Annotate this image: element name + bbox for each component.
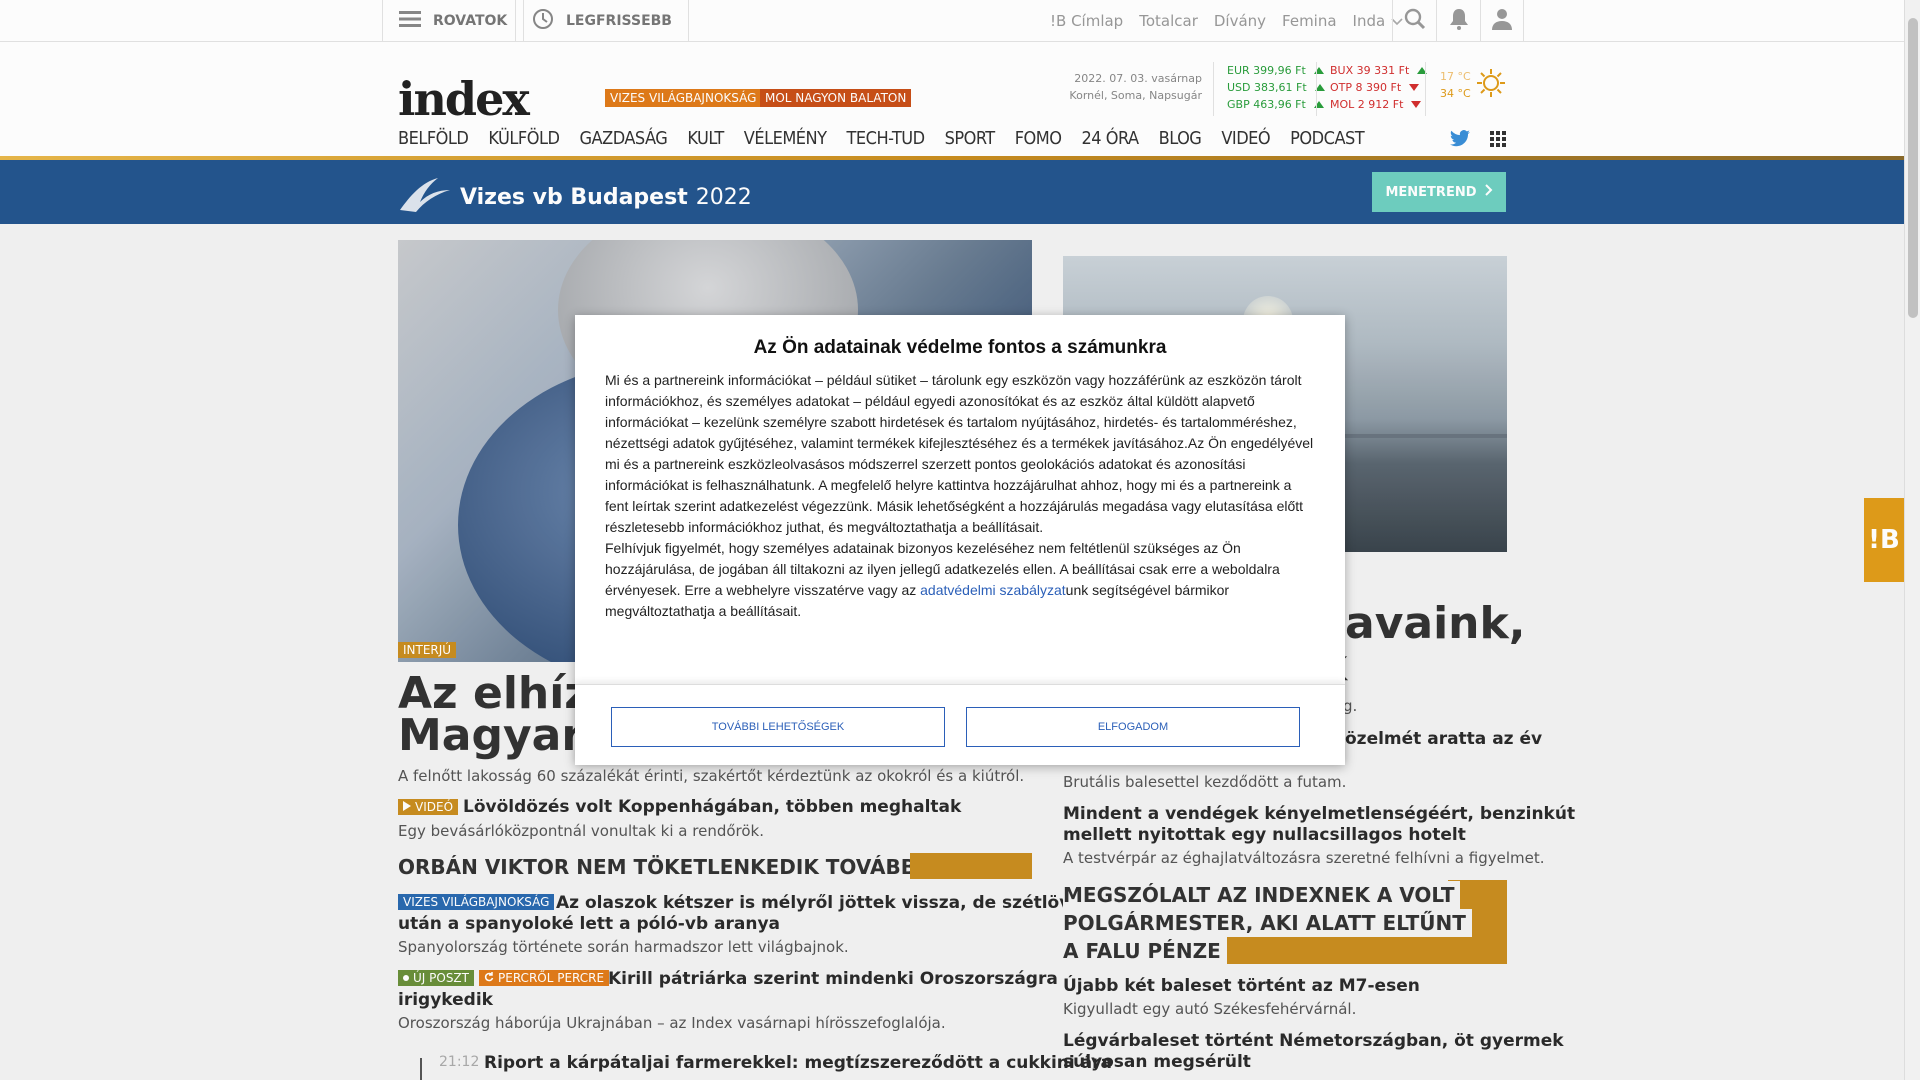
consent-footer: TOVÁBBI LEHETŐSÉGEK ELFOGADOM (575, 684, 1345, 765)
consent-paragraph-1: Mi és a partnereink információkat – péld… (605, 372, 1314, 535)
accept-button[interactable]: ELFOGADOM (966, 707, 1300, 747)
scrollbar[interactable] (1904, 0, 1920, 1080)
consent-paragraph-2: Felhívjuk figyelmét, hogy személyes adat… (605, 538, 1315, 622)
consent-dialog: Az Ön adatainak védelme fontos a számunk… (575, 315, 1345, 765)
scrollbar-thumb[interactable] (1908, 18, 1918, 318)
consent-body: Mi és a partnereink információkat – péld… (605, 370, 1315, 622)
consent-title: Az Ön adatainak védelme fontos a számunk… (753, 337, 1167, 358)
privacy-policy-link[interactable]: adatvédelmi szabályzat (920, 582, 1066, 598)
more-options-button[interactable]: TOVÁBBI LEHETŐSÉGEK (611, 707, 945, 747)
